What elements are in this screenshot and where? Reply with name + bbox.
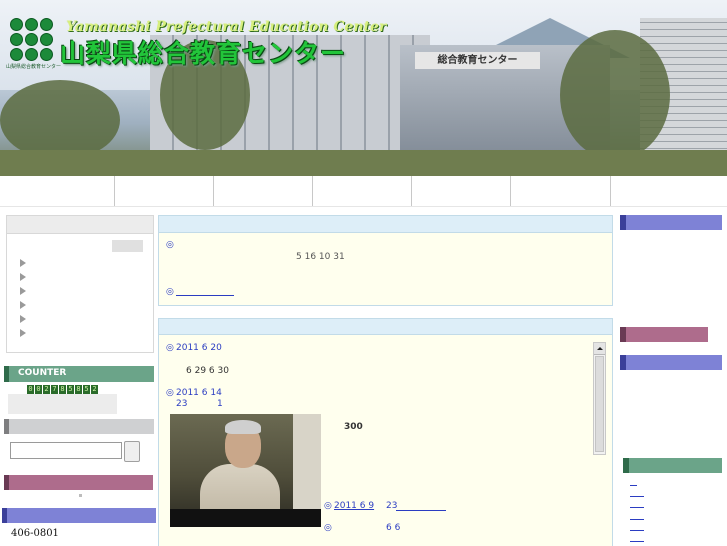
links-header: [4, 475, 153, 490]
right-header-tab: [620, 215, 626, 230]
right-link[interactable]: [630, 507, 644, 508]
news-scrollbar[interactable]: [593, 342, 606, 455]
logo-caption: 山梨県総合教育センター: [6, 64, 62, 70]
scroll-up-icon[interactable]: [594, 343, 605, 355]
access-header: [2, 508, 156, 523]
counter-digit: 7: [51, 385, 58, 394]
links-header-tab: [4, 475, 9, 490]
news-item-2-count: 300: [344, 422, 363, 432]
news-item-4-bullet: ◎: [324, 523, 332, 533]
lecture-photo: [170, 414, 321, 527]
counter-header: COUNTER: [4, 366, 154, 382]
banner-tree: [0, 80, 120, 160]
news-item-3-bullet: ◎: [324, 501, 332, 511]
counter-digit: 0: [27, 385, 34, 394]
news-item-1-text: 6 29 6 30: [186, 366, 229, 376]
counter-digit: 0: [35, 385, 42, 394]
news-item-2-date[interactable]: 2011 6 14: [176, 388, 222, 398]
nav-item-7[interactable]: [610, 176, 711, 206]
notice-link[interactable]: [176, 295, 234, 296]
search-header-tab: [4, 419, 9, 434]
news-item-2-text-b: 1: [217, 399, 223, 409]
header-banner: 総合教育センター 山梨県総合教育センター Yamanashi Prefectur…: [0, 0, 727, 176]
counter-digit: 2: [91, 385, 98, 394]
right-link[interactable]: [630, 496, 644, 497]
photo-speaker-hair: [225, 420, 261, 434]
notice-header: [158, 215, 613, 233]
news-item-1-bullet: ◎: [166, 343, 174, 353]
arrow-right-icon[interactable]: [20, 329, 26, 337]
nav-item-2[interactable]: [114, 176, 214, 206]
notice-bullet: ◎: [166, 240, 174, 250]
site-title-english: Yamanashi Prefectural Education Center: [66, 19, 387, 35]
counter-digit: 5: [83, 385, 90, 394]
scrollbar-thumb[interactable]: [595, 356, 604, 452]
left-menu-panel: [6, 215, 154, 353]
nav-item-4[interactable]: [312, 176, 412, 206]
left-menu-button[interactable]: [112, 240, 143, 252]
right-link[interactable]: [630, 519, 644, 520]
news-item-2-text-a: 23: [176, 399, 188, 409]
main-nav: [0, 176, 727, 207]
arrow-right-icon[interactable]: [20, 273, 26, 281]
postal-code: 406-0801: [11, 528, 59, 539]
right-header-green: [623, 458, 722, 473]
counter-digits: 0 0 2 7 8 5 8 5 2: [27, 385, 98, 394]
notice-dates: 5 16 10 31: [296, 252, 345, 262]
search-header: [4, 419, 154, 434]
right-header-pink: [620, 327, 708, 342]
left-menu-header: [7, 216, 153, 234]
nav-item-1[interactable]: [0, 176, 114, 206]
arrow-right-icon[interactable]: [20, 315, 26, 323]
photo-podium: [170, 509, 321, 527]
right-header-blue-2: [620, 355, 722, 370]
access-header-tab: [2, 508, 7, 523]
counter-header-tab: [4, 366, 9, 382]
right-link[interactable]: [630, 530, 644, 531]
notice-link-bullet: ◎: [166, 287, 174, 297]
site-title-japanese[interactable]: 山梨県総合教育センター: [60, 34, 346, 70]
nav-item-5[interactable]: [411, 176, 511, 206]
arrow-right-icon[interactable]: [20, 301, 26, 309]
arrow-right-icon[interactable]: [20, 259, 26, 267]
banner-ground: [0, 150, 727, 176]
nav-item-3[interactable]: [213, 176, 313, 206]
right-link[interactable]: [630, 485, 637, 486]
news-item-3-link[interactable]: [396, 510, 446, 511]
nav-item-6[interactable]: [510, 176, 611, 206]
green-dots-logo-icon[interactable]: [10, 18, 54, 62]
counter-digit: 5: [67, 385, 74, 394]
news-item-3-date[interactable]: 2011 6 9: [334, 501, 374, 511]
right-header-tab: [620, 327, 626, 342]
bullet-icon: [79, 494, 82, 497]
right-header-blue-1: [620, 215, 722, 230]
right-header-tab: [623, 458, 629, 473]
counter-subpanel: [8, 394, 117, 414]
counter-digit: 2: [43, 385, 50, 394]
banner-tree: [560, 30, 670, 160]
arrow-right-icon[interactable]: [20, 287, 26, 295]
news-item-4-text[interactable]: 6 6: [386, 523, 400, 533]
counter-label: COUNTER: [18, 368, 67, 378]
search-button[interactable]: [124, 441, 140, 462]
news-header: [158, 318, 613, 335]
right-link[interactable]: [630, 541, 644, 542]
news-item-1-date[interactable]: 2011 6 20: [176, 343, 222, 353]
right-header-tab: [620, 355, 626, 370]
counter-digit: 8: [59, 385, 66, 394]
counter-digit: 8: [75, 385, 82, 394]
search-input[interactable]: [10, 442, 122, 459]
news-item-2-bullet: ◎: [166, 388, 174, 398]
building-sign: 総合教育センター: [415, 52, 540, 69]
